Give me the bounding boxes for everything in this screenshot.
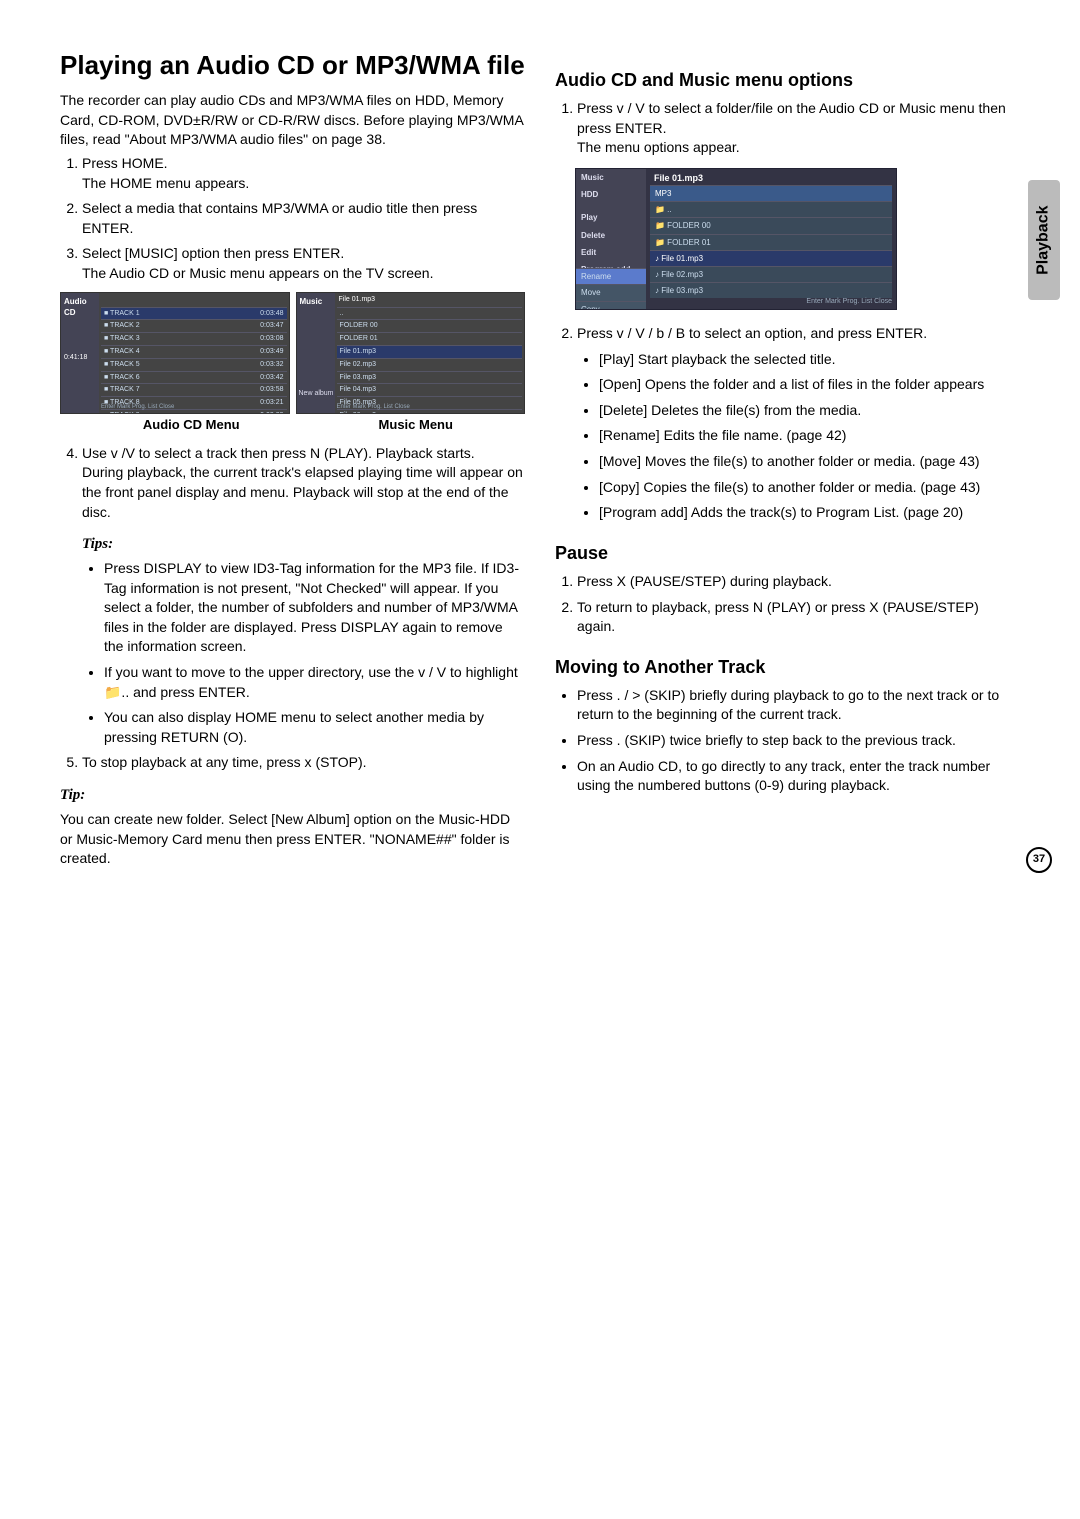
acd-track-row: ■ TRACK 60:03:42	[101, 371, 287, 384]
opt-program-add: [Program add] Adds the track(s) to Progr…	[599, 503, 1020, 523]
music-menu-screenshot: Music New album File 01.mp3 ..FOLDER 00F…	[296, 292, 526, 414]
acd-track-row: ■ TRACK 70:03:58	[101, 383, 287, 396]
opt-open: [Open] Opens the folder and a list of fi…	[599, 375, 1020, 395]
move-item-2: Press . (SKIP) twice briefly to step bac…	[577, 731, 1020, 751]
step-5: To stop playback at any time, press x (S…	[82, 753, 525, 773]
move-item-3: On an Audio CD, to go directly to any tr…	[577, 757, 1020, 796]
mus-row: File 02.mp3	[337, 358, 523, 371]
pause-step-1: Press X (PAUSE/STEP) during playback.	[577, 572, 1020, 592]
menu-row: ♪ File 01.mp3	[650, 250, 892, 266]
menu-side-item: Music	[576, 169, 646, 186]
move-track-heading: Moving to Another Track	[555, 655, 1020, 680]
tip-heading: Tip:	[60, 785, 525, 806]
tip-item-2: If you want to move to the upper directo…	[104, 663, 525, 702]
menu-row: 📁 FOLDER 01	[650, 234, 892, 250]
side-tab-playback: Playback	[1028, 180, 1060, 300]
acd-header: Audio CD	[64, 296, 99, 318]
tips-heading: Tips:	[82, 534, 525, 555]
acd-timer: 0:41:18	[64, 353, 87, 363]
intro-text: The recorder can play audio CDs and MP3/…	[60, 91, 525, 150]
menu-options-heading: Audio CD and Music menu options	[555, 68, 1020, 93]
menu-options-screenshot: MusicHDDPlayDeleteEditProgram add File 0…	[575, 168, 897, 310]
acd-track-row: ■ TRACK 40:03:49	[101, 345, 287, 358]
mus-row: ..	[337, 307, 523, 320]
music-menu-label: Music Menu	[307, 416, 526, 434]
step-3: Select [MUSIC] option then press ENTER. …	[82, 244, 525, 283]
mo-step-1a: Press v / V to select a folder/file on t…	[577, 100, 1006, 136]
page-number: 37	[1026, 847, 1052, 873]
audio-cd-menu-screenshot: Audio CD 0:41:18 ■ TRACK 10:03:48■ TRACK…	[60, 292, 290, 414]
mus-header: Music	[300, 296, 323, 307]
step-2: Select a media that contains MP3/WMA or …	[82, 199, 525, 238]
mo-step-2: Press v / V / b / B to select an option,…	[577, 324, 1020, 344]
mus-footer: Enter Mark Prog. List Close	[337, 403, 523, 411]
tip-text: You can create new folder. Select [New A…	[60, 810, 525, 869]
step-3-b: The Audio CD or Music menu appears on th…	[82, 265, 433, 281]
mus-row: FOLDER 00	[337, 319, 523, 332]
opt-copy: [Copy] Copies the file(s) to another fol…	[599, 478, 1020, 498]
menu-row: 📁 ..	[650, 201, 892, 217]
opt-move: [Move] Moves the file(s) to another fold…	[599, 452, 1020, 472]
step-1-b: The HOME menu appears.	[82, 175, 249, 191]
opt-play: [Play] Start playback the selected title…	[599, 350, 1020, 370]
mo-step-1: Press v / V to select a folder/file on t…	[577, 99, 1020, 158]
step-1-a: Press HOME.	[82, 155, 168, 171]
tip-item-3: You can also display HOME menu to select…	[104, 708, 525, 747]
step-4: Use v /V to select a track then press N …	[82, 444, 525, 522]
pause-step-2: To return to playback, press N (PLAY) or…	[577, 598, 1020, 637]
side-tab-label: Playback	[1033, 205, 1055, 274]
menu-row: ♪ File 02.mp3	[650, 266, 892, 282]
acd-track-row: ■ TRACK 10:03:48	[101, 307, 287, 320]
acd-track-row: ■ TRACK 20:03:47	[101, 319, 287, 332]
mus-row: FOLDER 01	[337, 332, 523, 345]
step-3-a: Select [MUSIC] option then press ENTER.	[82, 245, 344, 261]
audio-cd-menu-label: Audio CD Menu	[82, 416, 301, 434]
menu-side-item: Play	[576, 209, 646, 226]
menu-row: 📁 FOLDER 00	[650, 217, 892, 233]
popup-item: Copy	[576, 301, 646, 310]
acd-track-row: ■ TRACK 50:03:32	[101, 358, 287, 371]
acd-footer: Enter Mark Prog. List Close	[101, 403, 287, 411]
step-4-a: Use v /V to select a track then press N …	[82, 445, 475, 461]
pause-heading: Pause	[555, 541, 1020, 566]
mo-step-1b: The menu options appear.	[577, 139, 740, 155]
ms-title: File 01.mp3	[654, 172, 703, 185]
opt-delete: [Delete] Deletes the file(s) from the me…	[599, 401, 1020, 421]
move-item-1: Press . / > (SKIP) briefly during playba…	[577, 686, 1020, 725]
mus-row: File 04.mp3	[337, 383, 523, 396]
mus-new-album: New album	[299, 389, 334, 399]
tip-item-1: Press DISPLAY to view ID3-Tag informatio…	[104, 559, 525, 657]
mus-row: File 01.mp3	[337, 345, 523, 358]
main-title: Playing an Audio CD or MP3/WMA file	[60, 50, 525, 81]
opt-rename: [Rename] Edits the file name. (page 42)	[599, 426, 1020, 446]
mus-row: File 03.mp3	[337, 371, 523, 384]
popup-item: Move	[576, 284, 646, 300]
menu-side-item: HDD	[576, 186, 646, 203]
menu-side-item: Delete	[576, 227, 646, 244]
step-1: Press HOME. The HOME menu appears.	[82, 154, 525, 193]
menu-row: ♪ File 03.mp3	[650, 282, 892, 298]
popup-item: Rename	[576, 268, 646, 284]
acd-track-row: ■ TRACK 30:03:08	[101, 332, 287, 345]
mus-title: File 01.mp3	[339, 295, 376, 305]
menu-side-item: Edit	[576, 244, 646, 261]
step-4-b: During playback, the current track's ela…	[82, 464, 523, 519]
ms-footer: Enter Mark Prog. List Close	[650, 297, 892, 307]
